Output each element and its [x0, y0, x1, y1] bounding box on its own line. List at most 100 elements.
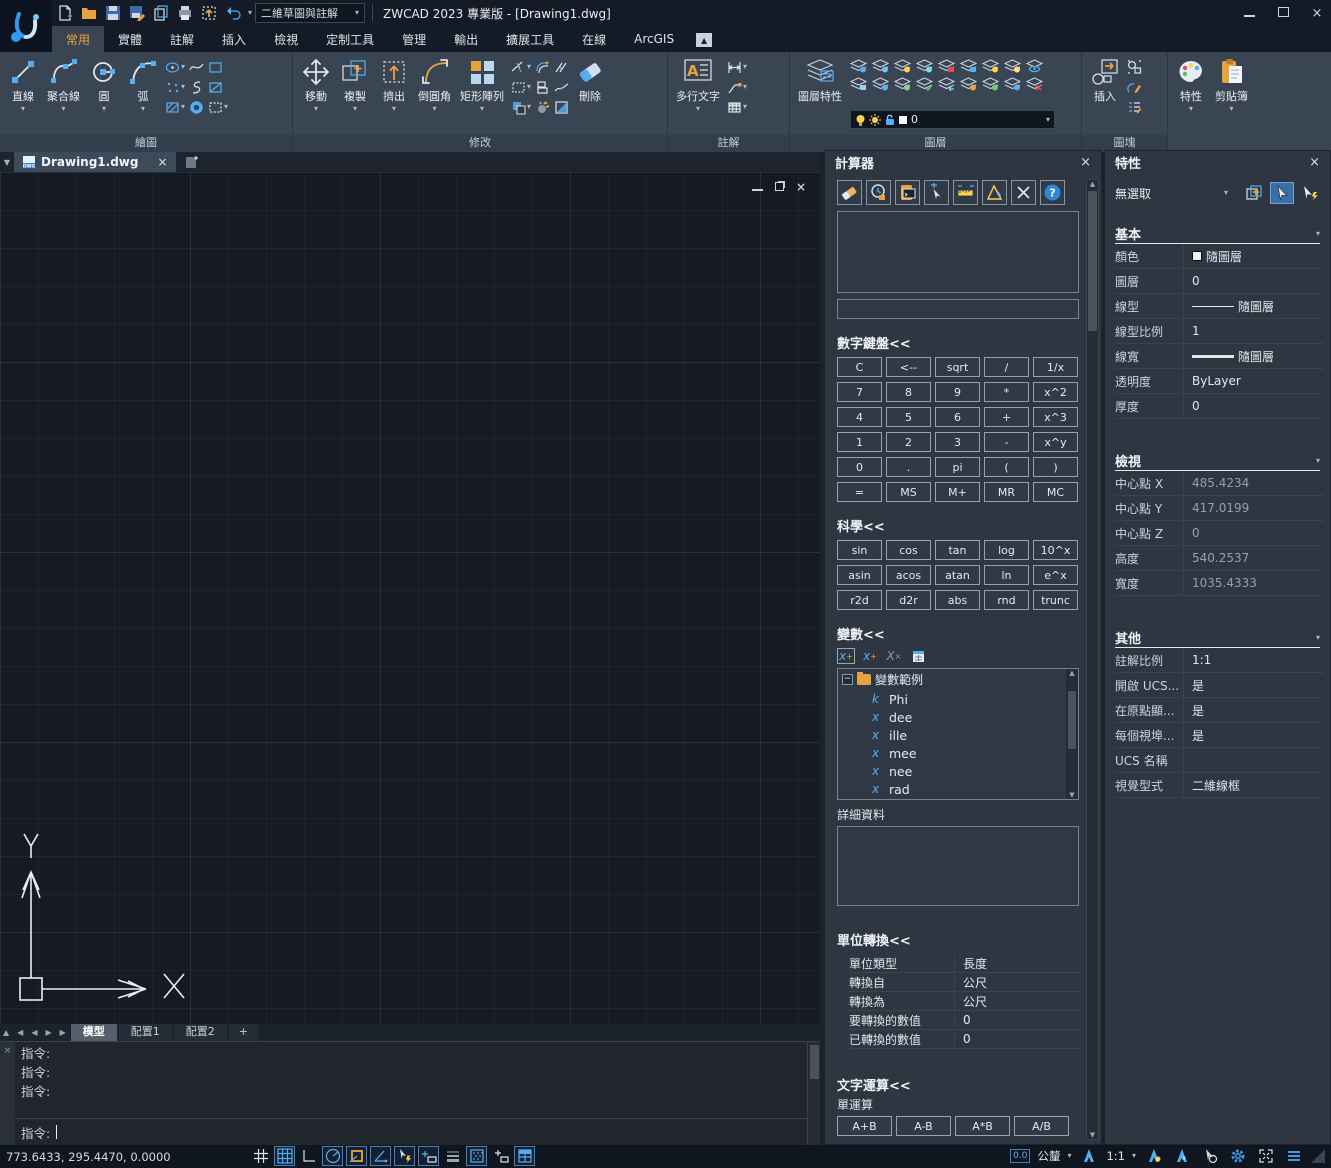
calc-sci-key[interactable]: 10^x — [1033, 540, 1078, 560]
calc-key[interactable]: 2 — [886, 432, 931, 452]
drawing-restore-button[interactable] — [775, 180, 784, 194]
calc-key[interactable]: <-- — [886, 357, 931, 377]
layout-prev-icon[interactable]: ◀ — [28, 1028, 40, 1037]
unit-conversion-row[interactable]: 已轉換的數值 0 — [849, 1030, 1081, 1049]
print-icon[interactable] — [176, 4, 194, 22]
fillet-button[interactable]: 倒圓角▾ — [415, 55, 454, 115]
object-snap-icon[interactable] — [346, 1146, 367, 1166]
table-icon[interactable] — [726, 99, 742, 115]
point-icon[interactable] — [164, 79, 180, 95]
variables-tree-scrollbar[interactable]: ▲ ▼ — [1066, 669, 1078, 799]
ribbon-tab[interactable]: 定制工具 — [312, 26, 388, 52]
ribbon-tab[interactable]: 實體 — [104, 26, 156, 52]
polar-tracking-icon[interactable] — [322, 1146, 343, 1166]
calculator-title-bar[interactable]: 計算器 × — [825, 151, 1101, 174]
text-ops-section-header[interactable]: 文字運算<< — [837, 1075, 1081, 1094]
layout-last-icon[interactable]: ▶ — [57, 1028, 69, 1037]
get-coordinates-icon[interactable] — [924, 180, 949, 205]
units-section-header[interactable]: 單位轉換<< — [837, 930, 1081, 949]
region-icon[interactable] — [207, 79, 223, 95]
calc-key[interactable]: - — [984, 432, 1029, 452]
new-document-tab-button[interactable] — [182, 154, 202, 170]
layer-properties-button[interactable]: 圖層特性 — [795, 55, 845, 106]
calc-key[interactable]: MS — [886, 482, 931, 502]
resize-grip[interactable] — [1311, 1149, 1325, 1163]
clear-icon[interactable] — [837, 180, 862, 205]
layer-isolate-icon[interactable] — [848, 76, 868, 91]
text-op-key[interactable]: A/B — [1014, 1116, 1069, 1136]
properties-palette-button[interactable]: 特性▾ — [1173, 55, 1209, 115]
command-scrollbar[interactable] — [807, 1042, 820, 1145]
document-tab[interactable]: DWG Drawing1.dwg × — [14, 152, 176, 172]
calc-key[interactable]: ) — [1033, 457, 1078, 477]
layout-tab[interactable]: 模型 — [71, 1024, 117, 1041]
dynamic-ucs-icon[interactable] — [418, 1146, 439, 1166]
calc-key[interactable]: + — [984, 407, 1029, 427]
edit-variable-icon[interactable]: x+ — [861, 648, 879, 664]
save-icon[interactable] — [104, 4, 122, 22]
layer-bulb-icon[interactable] — [892, 58, 912, 73]
ribbon-tab[interactable]: 註解 — [156, 26, 208, 52]
command-close-icon[interactable]: × — [4, 1046, 12, 1145]
settings-gear-icon[interactable] — [1227, 1146, 1248, 1166]
panel-label-draw[interactable]: 繪圖 — [0, 135, 292, 152]
calc-key[interactable]: x^3 — [1033, 407, 1078, 427]
layer-walk-icon[interactable] — [958, 76, 978, 91]
publish-icon[interactable] — [200, 4, 218, 22]
fullscreen-icon[interactable] — [1255, 1146, 1276, 1166]
calc-key[interactable]: 6 — [935, 407, 980, 427]
select-objects-icon[interactable] — [1270, 182, 1294, 204]
spline-edit-icon[interactable] — [188, 79, 204, 95]
unit-name[interactable]: 公釐 — [1037, 1148, 1060, 1164]
quick-select-icon[interactable] — [1242, 182, 1266, 204]
drawing-canvas[interactable]: × — [0, 172, 820, 1024]
collapse-node-icon[interactable]: − — [842, 674, 853, 685]
workspace-selector[interactable]: 二維草圖與註解 ▾ — [255, 3, 365, 23]
variable-item[interactable]: x rad — [838, 780, 1078, 798]
variable-item[interactable]: x dee — [838, 708, 1078, 726]
layer-freeze-icon[interactable] — [914, 58, 934, 73]
property-row-color[interactable]: 顏色 隨圖層 — [1115, 244, 1324, 269]
rectangle-icon[interactable] — [207, 59, 223, 75]
ribbon-collapse-button[interactable]: ▲ — [696, 33, 712, 47]
layout-first-icon[interactable]: ◀ — [14, 1028, 26, 1037]
measure-distance-icon[interactable] — [953, 180, 978, 205]
variable-item[interactable]: k Phi — [838, 690, 1078, 708]
layer-dropdown[interactable]: 0 ▾ — [850, 110, 1055, 129]
section-misc[interactable]: 其他▾ — [1115, 624, 1320, 648]
rect-array-button[interactable]: 矩形陣列▾ — [457, 55, 507, 115]
unit-precision-badge[interactable]: 0.0 — [1010, 1149, 1030, 1163]
layer-unlock-icon[interactable] — [958, 58, 978, 73]
misc-property-row[interactable]: 視覺型式 二維線框 — [1115, 773, 1324, 798]
save-as-icon[interactable] — [128, 4, 146, 22]
offset-icon[interactable] — [534, 59, 550, 75]
command-window-grip[interactable]: × — [0, 1042, 15, 1145]
ribbon-tab[interactable]: 在線 — [568, 26, 620, 52]
calc-key[interactable]: ( — [984, 457, 1029, 477]
calc-sci-key[interactable]: r2d — [837, 590, 882, 610]
calc-key[interactable]: MR — [984, 482, 1029, 502]
spline-icon[interactable] — [188, 59, 204, 75]
view-property-row[interactable]: 中心點 Y 417.0199 — [1115, 496, 1324, 521]
layer-match-icon[interactable] — [914, 76, 934, 91]
property-row-transparency[interactable]: 透明度 ByLayer — [1115, 369, 1324, 394]
property-row-thickness[interactable]: 厚度 0 — [1115, 394, 1324, 419]
layout-collapse-icon[interactable]: ▲ — [0, 1028, 12, 1037]
mtext-button[interactable]: A 多行文字▾ — [673, 55, 723, 115]
unit-conversion-row[interactable]: 轉換為 公尺 — [849, 992, 1081, 1011]
calc-sci-key[interactable]: rnd — [984, 590, 1029, 610]
layer-thaw-icon[interactable] — [1002, 58, 1022, 73]
panel-label-modify[interactable]: 修改 — [293, 135, 667, 152]
lineweight-display-icon[interactable] — [442, 1146, 463, 1166]
ribbon-tab[interactable]: 插入 — [208, 26, 260, 52]
property-row-ltscale[interactable]: 線型比例 1 — [1115, 319, 1324, 344]
layer-delete-icon[interactable] — [1024, 76, 1044, 91]
undo-dropdown-icon[interactable]: ▾ — [248, 9, 252, 17]
layer-current-icon[interactable] — [892, 76, 912, 91]
delete-variable-icon[interactable]: X× — [885, 648, 903, 664]
text-op-key[interactable]: A*B — [955, 1116, 1010, 1136]
erase-button[interactable]: 刪除 — [572, 55, 608, 106]
new-layout-button[interactable]: + — [229, 1024, 258, 1041]
calc-key[interactable]: = — [837, 482, 882, 502]
layer-prev-icon[interactable] — [936, 76, 956, 91]
